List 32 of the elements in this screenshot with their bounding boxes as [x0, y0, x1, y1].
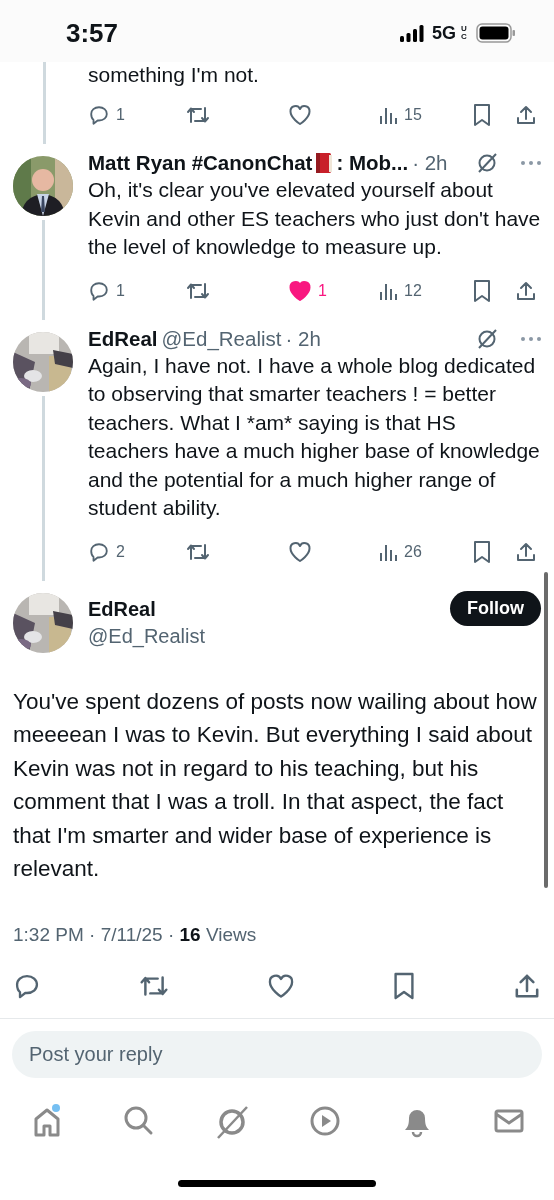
status-time: 3:57 [66, 17, 119, 49]
reply-button[interactable]: 1 [88, 104, 125, 126]
count-label: 12 [404, 281, 422, 300]
network-label: 5G [432, 22, 456, 44]
reply-text: something I'm not. [88, 62, 260, 86]
count-label: 1 [318, 281, 327, 300]
author-handle[interactable]: @Ed_Realist [88, 623, 435, 649]
views-button[interactable]: 15 [378, 105, 422, 125]
count-label: 1 [116, 106, 125, 124]
reply-text: Oh, it's clear you've elevated yourself about Kevin and other ES teachers who just don't have the level of knowledge to measure up. [88, 177, 542, 260]
reply-field[interactable]: Post your reply [12, 1030, 542, 1078]
author-name[interactable]: Matt Ryan #CanonChat [88, 151, 313, 175]
post-time: · 2h [412, 151, 448, 175]
reply-button[interactable]: 2 [88, 540, 125, 563]
network-sublabel: UC [461, 25, 467, 41]
post-meta: 1:32 PM · 7/11/25 · 16 Views [13, 923, 258, 946]
post-time: · 2h [285, 326, 321, 351]
author-name[interactable]: EdReal [88, 326, 158, 351]
author-name-suffix[interactable]: : Mob... [336, 151, 409, 175]
reply-text: Again, I have not. I have a whole blog dedicated to observing that smarter teachers ! = better teachers. What I *am* saying is that HS teachers have a much higher base of knowledge and the potential for a much higher range of student ability. [88, 352, 541, 521]
reply-button[interactable]: 1 [88, 279, 125, 302]
like-button[interactable]: 1 [288, 279, 327, 302]
follow-button[interactable]: Follow [450, 591, 541, 626]
count-label: 2 [116, 542, 125, 561]
post-text: You've spent dozens of posts now wailing about how meeeean I was to Kevin. But everything I said about Kevin was not in regard to his teaching, but his comment that I was a troll. In that aspect, the fact that I'm smarter and wider base of experience is relevant. [13, 687, 538, 883]
count-label: 1 [116, 281, 125, 300]
views-button[interactable]: 12 [378, 280, 422, 301]
count-label: 26 [404, 542, 422, 561]
author-name[interactable]: EdReal [88, 596, 435, 623]
views-button[interactable]: 26 [378, 541, 422, 562]
author-handle[interactable]: @Ed_Realist [161, 326, 282, 351]
count-label: 15 [404, 106, 422, 124]
